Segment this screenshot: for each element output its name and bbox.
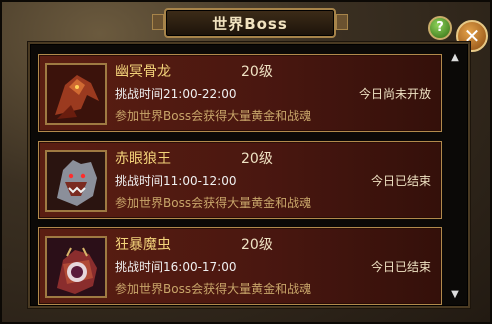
- boss-name: 狂暴魔虫: [115, 237, 171, 253]
- boss-name: 赤眼狼王: [115, 151, 171, 167]
- boss-level: 20级: [241, 151, 273, 167]
- status-text: 今日已结束: [370, 174, 431, 188]
- world-boss-window: 世界Boss ? ✕ 幽冥骨龙 20级 挑战时间21:00-22:00 参加世界…: [0, 0, 492, 324]
- challenge-time: 挑战时间16:00-17:00: [115, 260, 237, 274]
- scroll-down-arrow-icon[interactable]: ▼: [450, 289, 460, 300]
- boss-row[interactable]: 狂暴魔虫 20级 挑战时间16:00-17:00 参加世界Boss会获得大量黄金…: [38, 227, 442, 305]
- status-text: 今日尚未开放: [358, 87, 431, 101]
- bone-dragon-portrait-icon: [45, 63, 107, 125]
- wolf-king-portrait-icon: [45, 150, 107, 212]
- status-text: 今日已结束: [370, 260, 431, 274]
- boss-row[interactable]: 赤眼狼王 20级 挑战时间11:00-12:00 参加世界Boss会获得大量黄金…: [38, 141, 442, 219]
- window-title: 世界Boss: [212, 15, 288, 33]
- boss-row[interactable]: 幽冥骨龙 20级 挑战时间21:00-22:00 参加世界Boss会获得大量黄金…: [38, 54, 442, 132]
- scroll-up-arrow-icon[interactable]: ▲: [450, 52, 460, 63]
- reward-description: 参加世界Boss会获得大量黄金和战魂: [115, 196, 312, 210]
- challenge-time: 挑战时间11:00-12:00: [115, 174, 237, 188]
- boss-level: 20级: [241, 237, 273, 253]
- reward-description: 参加世界Boss会获得大量黄金和战魂: [115, 282, 312, 296]
- title-plate: 世界Boss: [152, 8, 348, 38]
- demon-bug-portrait-icon: [45, 236, 107, 298]
- boss-name: 幽冥骨龙: [115, 64, 171, 80]
- reward-description: 参加世界Boss会获得大量黄金和战魂: [115, 109, 312, 123]
- boss-level: 20级: [241, 64, 273, 80]
- help-button[interactable]: ?: [428, 16, 452, 40]
- challenge-time: 挑战时间21:00-22:00: [115, 87, 237, 101]
